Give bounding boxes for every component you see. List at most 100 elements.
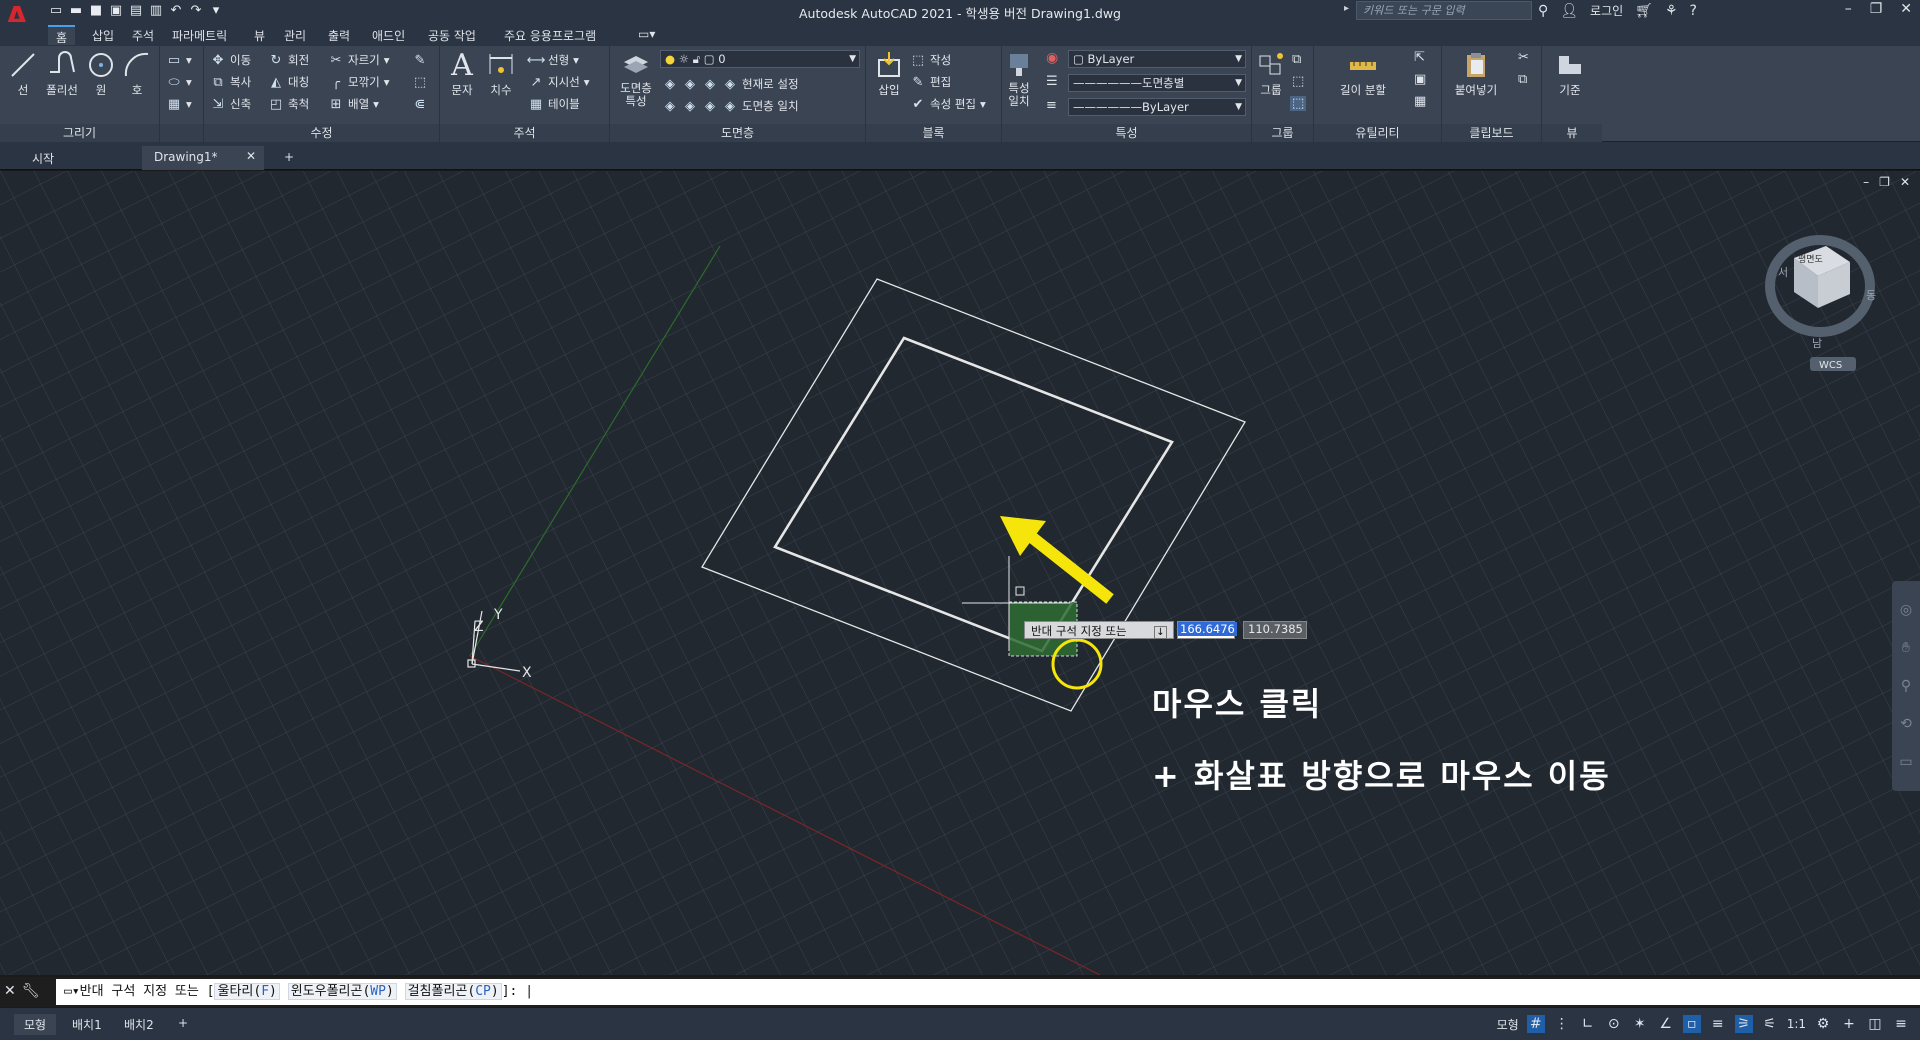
annotation-visibility-icon[interactable]: ⚞ <box>1734 1015 1753 1033</box>
scale-button[interactable]: ◰ 축척 <box>268 94 309 114</box>
leader-button[interactable]: ↗ 지시선 ▾ <box>528 72 590 92</box>
quick-select-icon[interactable]: ⇱ <box>1414 50 1425 65</box>
group-button[interactable]: 그룹 <box>1254 50 1288 98</box>
tab-parametric[interactable]: 파라메트릭 <box>164 25 235 45</box>
panel-title-annotation[interactable]: 주석 <box>440 124 609 142</box>
close-icon[interactable]: ✕ <box>1900 1 1912 17</box>
base-view-button[interactable]: 기준 <box>1550 50 1590 98</box>
store-icon[interactable]: 🛒︎ <box>1635 3 1653 19</box>
undo-icon[interactable]: ↶ <box>168 2 184 18</box>
vp-close-icon[interactable]: ✕ <box>1900 175 1910 189</box>
tab-output[interactable]: 출력 <box>320 25 358 45</box>
group-edit-icon[interactable]: ⬚ <box>1292 74 1304 89</box>
tab-view[interactable]: 뷰 <box>246 25 273 45</box>
select-all-icon[interactable]: ▣ <box>1414 72 1426 87</box>
trim-button[interactable]: ✂ 자르기 ▾ <box>328 50 390 70</box>
tab-insert[interactable]: 삽입 <box>84 25 122 45</box>
lineweight-toggle-icon[interactable]: ≡ <box>1709 1015 1727 1033</box>
vp-minimize-icon[interactable]: – <box>1863 175 1869 189</box>
group-select-icon[interactable]: ⬚ <box>1290 96 1307 111</box>
erase-button[interactable]: ✎ <box>412 50 428 70</box>
plus-icon[interactable]: + <box>1840 1015 1858 1033</box>
panel-title-groups[interactable]: 그룹 <box>1252 124 1313 142</box>
polyline-button[interactable]: 폴리선 <box>42 50 82 98</box>
panel-title-block[interactable]: 블록 <box>866 124 1001 142</box>
measure-button[interactable]: 길이 분할 <box>1328 50 1398 98</box>
rotate-button[interactable]: ↻ 회전 <box>268 50 310 70</box>
steering-wheel-icon[interactable]: ◎ <box>1892 591 1920 629</box>
option-fence[interactable]: 울타리(F) <box>214 983 280 1000</box>
minimize-icon[interactable]: – <box>1845 1 1852 17</box>
dropdown-icon[interactable]: ↓ <box>1154 626 1167 639</box>
layout-tab-1[interactable]: 배치1 <box>62 1014 112 1035</box>
copy-clip-icon[interactable]: ⧉ <box>1518 72 1527 87</box>
zoom-icon[interactable]: ⚲ <box>1892 667 1920 705</box>
search-icon[interactable]: ⚲ <box>1538 3 1548 19</box>
copy-button[interactable]: ⧉ 복사 <box>210 72 251 92</box>
plot-icon[interactable]: ▥ <box>148 2 164 18</box>
layer-dropdown[interactable]: ● ☼ 🔓︎ ▢ 0 ▼ <box>660 50 860 68</box>
customize-icon[interactable]: 🔧︎ <box>22 983 40 999</box>
layout-tab-2[interactable]: 배치2 <box>114 1014 164 1035</box>
line-button[interactable]: 선 <box>6 50 40 98</box>
tab-annotate[interactable]: 주석 <box>124 25 162 45</box>
ribbon-options-icon[interactable]: ▭▾ <box>630 25 663 45</box>
text-button[interactable]: A 문자 <box>446 50 478 98</box>
table-button[interactable]: ▦ 테이블 <box>528 94 580 114</box>
save-icon[interactable]: ■ <box>88 2 104 18</box>
search-input[interactable]: 키워드 또는 구문 입력 <box>1356 1 1532 20</box>
match-properties-button[interactable]: 특성 일치 <box>1004 50 1034 108</box>
lineweight-dropdown[interactable]: ——————ByLayer ▼ <box>1068 98 1246 116</box>
arc-button[interactable]: 호 <box>120 50 154 98</box>
stretch-button[interactable]: ⇲ 신축 <box>210 94 252 114</box>
osnap-icon[interactable]: ▫ <box>1682 1015 1701 1033</box>
tab-collaborate[interactable]: 공동 작업 <box>420 25 484 45</box>
login-button[interactable]: 로그인 <box>1590 2 1623 19</box>
edit-block-button[interactable]: ✎ 편집 <box>910 72 952 92</box>
dynamic-input-y[interactable]: 110.7385 <box>1243 621 1307 639</box>
linear-dim-button[interactable]: ⟷ 선형 ▾ <box>527 50 579 70</box>
new-tab-icon[interactable]: + <box>272 146 306 170</box>
linetype-dropdown[interactable]: ——————도면층별 ▼ <box>1068 74 1246 92</box>
create-block-button[interactable]: ⬚ 작성 <box>910 50 951 70</box>
option-cpolygon[interactable]: 걸침폴리곤(CP) <box>404 983 502 1000</box>
isolate-icon[interactable]: ◫ <box>1866 1015 1884 1033</box>
redo-icon[interactable]: ↷ <box>188 2 204 18</box>
paste-button[interactable]: 붙여넣기 <box>1446 50 1506 98</box>
fillet-button[interactable]: ╭ 모깎기 ▾ <box>328 72 389 92</box>
panel-title-utilities[interactable]: 유틸리티 <box>1314 124 1441 142</box>
panel-title-properties[interactable]: 특성 <box>1002 124 1251 142</box>
showmotion-icon[interactable]: ▭ <box>1892 743 1920 781</box>
offset-button[interactable]: ⋐ <box>412 94 428 114</box>
polar-icon[interactable]: ⊙ <box>1605 1015 1623 1033</box>
circle-button[interactable]: 원 <box>84 50 118 98</box>
tab-featured-apps[interactable]: 주요 응용프로그램 <box>496 25 604 45</box>
autoscale-icon[interactable]: ⚟ <box>1761 1015 1779 1033</box>
pan-icon[interactable]: ✋︎ <box>1892 629 1920 667</box>
close-tab-icon[interactable]: ✕ <box>246 149 256 163</box>
dynamic-input-x[interactable]: 166.6476 <box>1177 621 1237 639</box>
close-cmdline-icon[interactable]: ✕ <box>4 983 16 999</box>
otrack-icon[interactable]: ∠ <box>1657 1015 1675 1033</box>
panel-title-view[interactable]: 뷰 <box>1542 124 1602 142</box>
tab-start[interactable]: 시작 <box>20 146 138 170</box>
layout-tab-model[interactable]: 모형 <box>14 1014 57 1035</box>
hatch-button[interactable]: ⬭ ▾ <box>166 72 191 92</box>
infer-icon[interactable]: ∟ <box>1579 1015 1597 1033</box>
panel-title-layers[interactable]: 도면층 <box>610 124 865 142</box>
restore-icon[interactable]: ❐ <box>1870 1 1883 17</box>
new-file-icon[interactable]: ▭ <box>48 2 64 18</box>
isodraft-icon[interactable]: ✶ <box>1631 1015 1649 1033</box>
layer-properties-button[interactable]: 도면층 특성 <box>614 50 658 108</box>
color-wheel-icon[interactable]: ◉ <box>1046 50 1058 66</box>
settings-gear-icon[interactable]: ⚙ <box>1814 1015 1832 1033</box>
user-icon[interactable]: 👤︎ <box>1560 3 1578 19</box>
orbit-icon[interactable]: ⟲ <box>1892 705 1920 743</box>
mirror-button[interactable]: ◭ 대칭 <box>268 72 309 92</box>
move-button[interactable]: ✥ 이동 <box>210 50 252 70</box>
boundary-button[interactable]: ▦ ▾ <box>166 94 192 114</box>
tab-addins[interactable]: 애드인 <box>364 25 413 45</box>
tab-drawing1[interactable]: Drawing1* ✕ <box>142 146 264 170</box>
save-as-icon[interactable]: ▣ <box>108 2 124 18</box>
model-space-label[interactable]: 모형 <box>1497 1016 1519 1033</box>
